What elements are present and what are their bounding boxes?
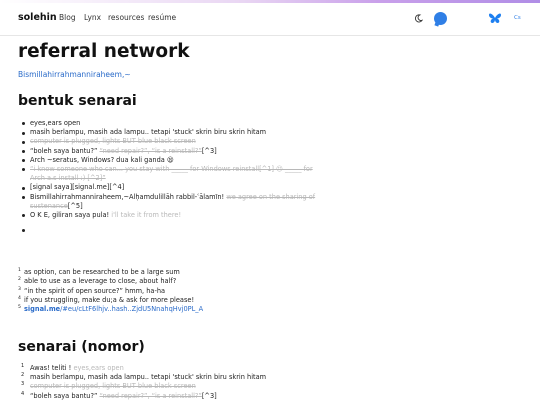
list-item: [signal saya][signal.me][^4] bbox=[18, 183, 318, 192]
numbered-list: 1 Awas! teliti ! eyes,ears open 2 masih be… bbox=[18, 363, 318, 401]
footnote: 1 as option, can be researched to be a la… bbox=[18, 268, 180, 276]
section-heading-senarai-nomor: senarai (nomor) bbox=[18, 339, 145, 355]
chat-icon[interactable] bbox=[434, 12, 447, 25]
nav-link-blog[interactable]: Blog bbox=[59, 13, 76, 22]
list-item: eyes,ears open bbox=[18, 119, 318, 128]
footnote: 5 signal.me/#eu/cLtF6lhjv..hash..ZjdU5Nna… bbox=[18, 305, 204, 314]
moon-icon[interactable] bbox=[414, 14, 423, 23]
list-item: 4 “boleh saya bantu?” “need repair?”, “is… bbox=[21, 390, 217, 400]
list-item: Arch ~seratus, Windows? dua kali ganda 😫 bbox=[18, 156, 318, 165]
list-item: “i know someone who can... you stay with… bbox=[18, 165, 318, 183]
signal-link[interactable]: signal.me/#eu/cLtF6lhjv..hash..ZjdU5Nnah… bbox=[24, 305, 203, 313]
site-brand[interactable]: solehin bbox=[18, 12, 57, 23]
nav-link-lynx[interactable]: Lynx bbox=[84, 13, 101, 22]
footnote: 4 if you struggling, make du;a & ask for … bbox=[18, 295, 195, 304]
list-item: “boleh saya bantu?” “need repair?”, “is … bbox=[18, 147, 318, 156]
list-item: Bismillahirrahmanniraheem,~Alḥamdulillāh… bbox=[18, 193, 318, 211]
language-toggle[interactable]: Cs bbox=[514, 15, 521, 21]
butterfly-icon[interactable] bbox=[488, 12, 502, 25]
footnotes: 1 as option, can be researched to be a la… bbox=[18, 268, 318, 314]
list-item bbox=[18, 225, 318, 234]
page-title: referral network bbox=[18, 41, 190, 62]
nav-link-resume[interactable]: resúme bbox=[148, 13, 176, 22]
list-item: 1 Awas! teliti ! eyes,ears open bbox=[21, 363, 124, 372]
list-item: 2 masih berlampu, masih ada lampu.. tetap… bbox=[21, 372, 267, 382]
footnote: 2 able to use as a leverage to close, abo… bbox=[18, 277, 177, 286]
list-item: computer is plugged, lights BUT blue bla… bbox=[18, 137, 318, 146]
bullet-list: eyes,ears open masih berlampu, masih ada… bbox=[18, 119, 318, 234]
list-item: O K E, giliran saya pula! i'll take it f… bbox=[18, 211, 318, 220]
section-heading-bentuk-senarai: bentuk senarai bbox=[18, 93, 137, 109]
page-subtitle: Bismillahirrahmanniraheem,~ bbox=[18, 70, 131, 79]
list-item: 3 computer is plugged, lights BUT blue bl… bbox=[21, 381, 196, 391]
footnote: 3 “in the spirit of open source?” hmm, ha… bbox=[18, 286, 166, 295]
nav-link-resources[interactable]: resources bbox=[108, 13, 144, 22]
navbar: solehin Blog Lynx resources resúme Cs bbox=[0, 3, 540, 36]
list-item: masih berlampu, masih ada lampu.. tetapi… bbox=[18, 128, 318, 137]
